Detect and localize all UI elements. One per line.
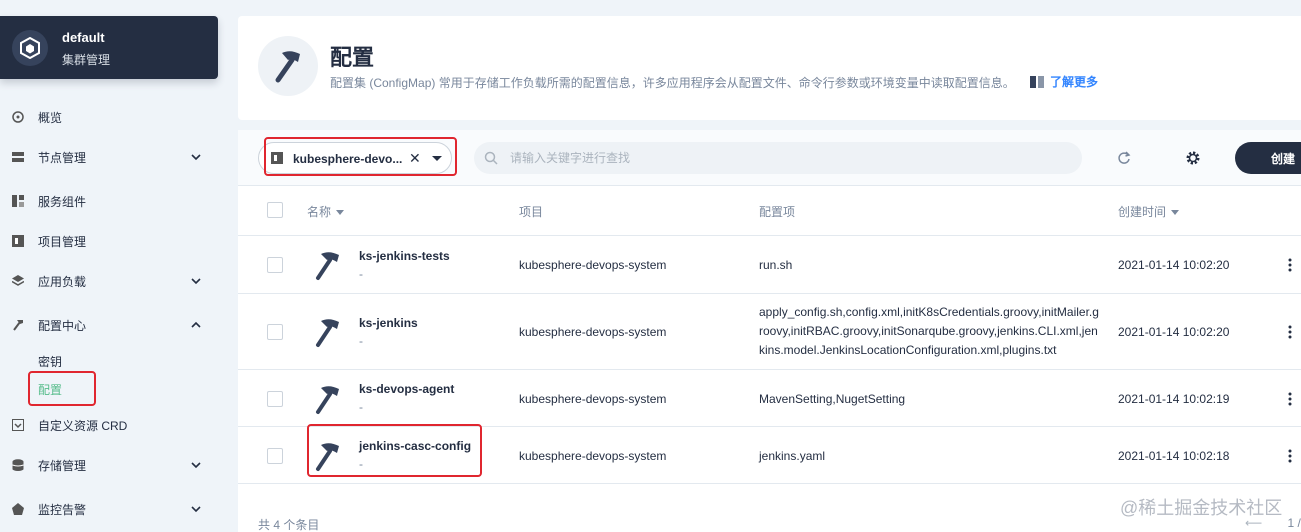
create-button[interactable]: 创建 (1235, 142, 1301, 174)
sidebar-item-label: 服务组件 (38, 194, 87, 209)
row-description: - (359, 334, 363, 348)
table-row[interactable]: ks-jenkins-tests - kubesphere-devops-sys… (238, 236, 1301, 294)
cluster-name: default (62, 30, 105, 45)
row-created: 2021-01-14 10:02:20 (1118, 258, 1230, 272)
crd-icon (12, 419, 24, 431)
more-icon[interactable] (1288, 449, 1292, 463)
configmap-list: kubesphere-devo... ✕ 创建 名称 项目 配置项 创建时间 k… (238, 130, 1301, 532)
table-row[interactable]: ks-jenkins - kubesphere-devops-system ap… (238, 294, 1301, 370)
row-description: - (359, 267, 363, 281)
row-name[interactable]: ks-jenkins-tests (359, 249, 450, 263)
more-icon[interactable] (1288, 258, 1292, 272)
row-name[interactable]: ks-devops-agent (359, 382, 454, 396)
chevron-up-icon (190, 319, 202, 331)
search-icon (484, 151, 498, 168)
layers-icon (12, 275, 24, 287)
highlight-box (307, 424, 482, 477)
row-created: 2021-01-14 10:02:18 (1118, 449, 1230, 463)
sidebar-subitem-secrets[interactable]: 密钥 (38, 353, 62, 370)
gear-icon[interactable] (1185, 150, 1201, 166)
sidebar-item-projects[interactable]: 项目管理 (0, 226, 218, 256)
sidebar-item-label: 项目管理 (38, 234, 87, 249)
sidebar-item-label: 节点管理 (38, 150, 87, 165)
row-description: - (359, 400, 363, 414)
row-created: 2021-01-14 10:02:19 (1118, 392, 1230, 406)
highlight-box (264, 137, 457, 176)
cluster-icon (12, 30, 48, 66)
watermark: @稀土掘金技术社区 (1120, 498, 1283, 518)
sidebar-item-monitoring[interactable]: 监控告警 (0, 494, 218, 524)
hammer-icon (316, 252, 339, 280)
chevron-down-icon (190, 459, 202, 471)
highlight-box (28, 371, 96, 406)
search-box[interactable] (474, 142, 1082, 174)
sidebar-item-overview[interactable]: 概览 (0, 102, 218, 132)
row-created: 2021-01-14 10:02:20 (1118, 325, 1230, 339)
nodes-icon (12, 151, 24, 163)
row-name[interactable]: ks-jenkins (359, 316, 418, 330)
cluster-subtitle: 集群管理 (62, 53, 111, 67)
select-all-checkbox[interactable] (267, 202, 283, 218)
column-config: 配置项 (759, 205, 796, 219)
page-description: 配置集 (ConfigMap) 常用于存储工作负载所需的配置信息，许多应用程序会… (330, 76, 1015, 90)
sidebar-item-label: 配置中心 (38, 318, 87, 333)
row-config: jenkins.yaml (759, 449, 826, 463)
chevron-down-icon (190, 151, 202, 163)
sidebar-item-config-center[interactable]: 配置中心 (0, 310, 218, 340)
hammer-icon (258, 36, 318, 96)
sidebar-item-components[interactable]: 服务组件 (0, 186, 218, 216)
sidebar-item-label: 存储管理 (38, 458, 87, 473)
chevron-down-icon (190, 503, 202, 515)
row-project: kubesphere-devops-system (519, 258, 667, 272)
projects-icon (12, 235, 24, 247)
sidebar-item-nodes[interactable]: 节点管理 (0, 142, 218, 172)
cluster-card[interactable]: default 集群管理 (0, 16, 218, 79)
components-icon (12, 195, 24, 207)
page-title: 配置 (330, 45, 375, 70)
column-project: 项目 (519, 205, 544, 219)
hammer-icon (316, 319, 339, 347)
sort-icon (336, 209, 345, 215)
more-icon[interactable] (1288, 325, 1292, 339)
row-project: kubesphere-devops-system (519, 392, 667, 406)
database-icon (12, 459, 24, 471)
sidebar-item-label: 应用负载 (38, 274, 87, 289)
learn-more-label: 了解更多 (1050, 75, 1099, 89)
table-row[interactable]: ks-devops-agent - kubesphere-devops-syst… (238, 370, 1301, 427)
row-project: kubesphere-devops-system (519, 325, 667, 339)
chevron-down-icon (190, 275, 202, 287)
total-count: 共 4 个条目 (258, 518, 320, 532)
hammer-icon (316, 386, 339, 414)
learn-more-link[interactable]: 了解更多 (1030, 73, 1098, 90)
row-checkbox[interactable] (267, 324, 283, 340)
sidebar-item-label: 自定义资源 CRD (38, 418, 128, 433)
toolbar: kubesphere-devo... ✕ 创建 (238, 130, 1301, 186)
row-project: kubesphere-devops-system (519, 449, 667, 463)
column-label: 创建时间 (1118, 205, 1167, 219)
sidebar-item-label: 监控告警 (38, 502, 87, 517)
column-name[interactable]: 名称 (307, 203, 345, 220)
sidebar-item-crd[interactable]: 自定义资源 CRD (0, 410, 218, 440)
sort-icon (1171, 209, 1180, 215)
row-config: run.sh (759, 258, 793, 272)
row-checkbox[interactable] (267, 448, 283, 464)
row-config: apply_config.sh,config.xml,initK8sCreden… (759, 305, 1099, 357)
overview-icon (12, 111, 24, 123)
row-checkbox[interactable] (267, 391, 283, 407)
row-config: MavenSetting,NugetSetting (759, 392, 906, 406)
sidebar-item-storage[interactable]: 存储管理 (0, 450, 218, 480)
more-icon[interactable] (1288, 392, 1292, 406)
search-input[interactable] (510, 142, 1070, 174)
refresh-icon[interactable] (1116, 150, 1132, 166)
table-header: 名称 项目 配置项 创建时间 (238, 186, 1301, 236)
row-checkbox[interactable] (267, 257, 283, 273)
column-created[interactable]: 创建时间 (1118, 203, 1180, 220)
sidebar-item-workloads[interactable]: 应用负载 (0, 266, 218, 296)
column-label: 名称 (307, 205, 332, 219)
page-header: 配置 配置集 (ConfigMap) 常用于存储工作负载所需的配置信息，许多应用… (238, 16, 1301, 120)
book-icon (1030, 75, 1044, 88)
hammer-icon (12, 319, 24, 331)
monitor-icon (12, 503, 24, 515)
sidebar-item-label: 概览 (38, 110, 63, 125)
